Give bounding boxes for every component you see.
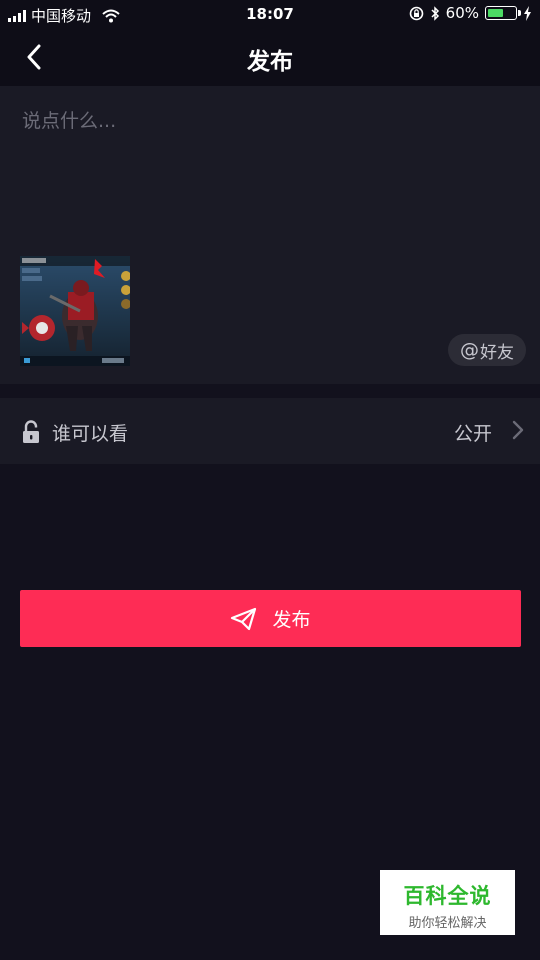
battery-percent: 60%	[445, 4, 479, 22]
chevron-right-icon	[512, 420, 524, 440]
publish-screen: 中国移动 18:07 60% 发布 说点什么... @ 好友 谁可以看 公开 发…	[0, 0, 540, 960]
visibility-setting-row[interactable]: 谁可以看 公开	[0, 398, 540, 464]
paper-plane-icon	[231, 607, 257, 630]
nav-header: 发布	[0, 28, 540, 86]
watermark-title: 百科全说	[403, 884, 492, 908]
at-icon: @	[460, 339, 479, 361]
battery-level	[487, 8, 504, 17]
status-bar: 中国移动 18:07 60%	[0, 0, 540, 28]
status-right: 60%	[409, 4, 532, 22]
bluetooth-icon	[431, 5, 439, 21]
watermark-subtitle: 助你轻松解决	[408, 916, 487, 931]
page-title: 发布	[247, 49, 293, 75]
publish-label: 发布	[272, 609, 311, 631]
mention-label: 好友	[480, 342, 514, 363]
video-thumbnail[interactable]	[20, 256, 130, 366]
unlock-icon	[23, 420, 39, 443]
mention-friends-button[interactable]: @ 好友	[448, 334, 526, 366]
section-divider	[0, 384, 540, 398]
watermark-logo: 百科全说 助你轻松解决	[380, 870, 515, 935]
publish-button[interactable]: 发布	[20, 590, 521, 647]
rotation-lock-icon	[409, 6, 423, 20]
visibility-value: 公开	[453, 423, 492, 445]
compose-panel: @ 好友	[0, 86, 540, 384]
battery-icon	[485, 6, 521, 20]
game-character-image	[20, 256, 130, 366]
charging-icon	[524, 5, 531, 21]
visibility-label: 谁可以看	[52, 423, 129, 445]
caption-input[interactable]	[22, 106, 518, 226]
